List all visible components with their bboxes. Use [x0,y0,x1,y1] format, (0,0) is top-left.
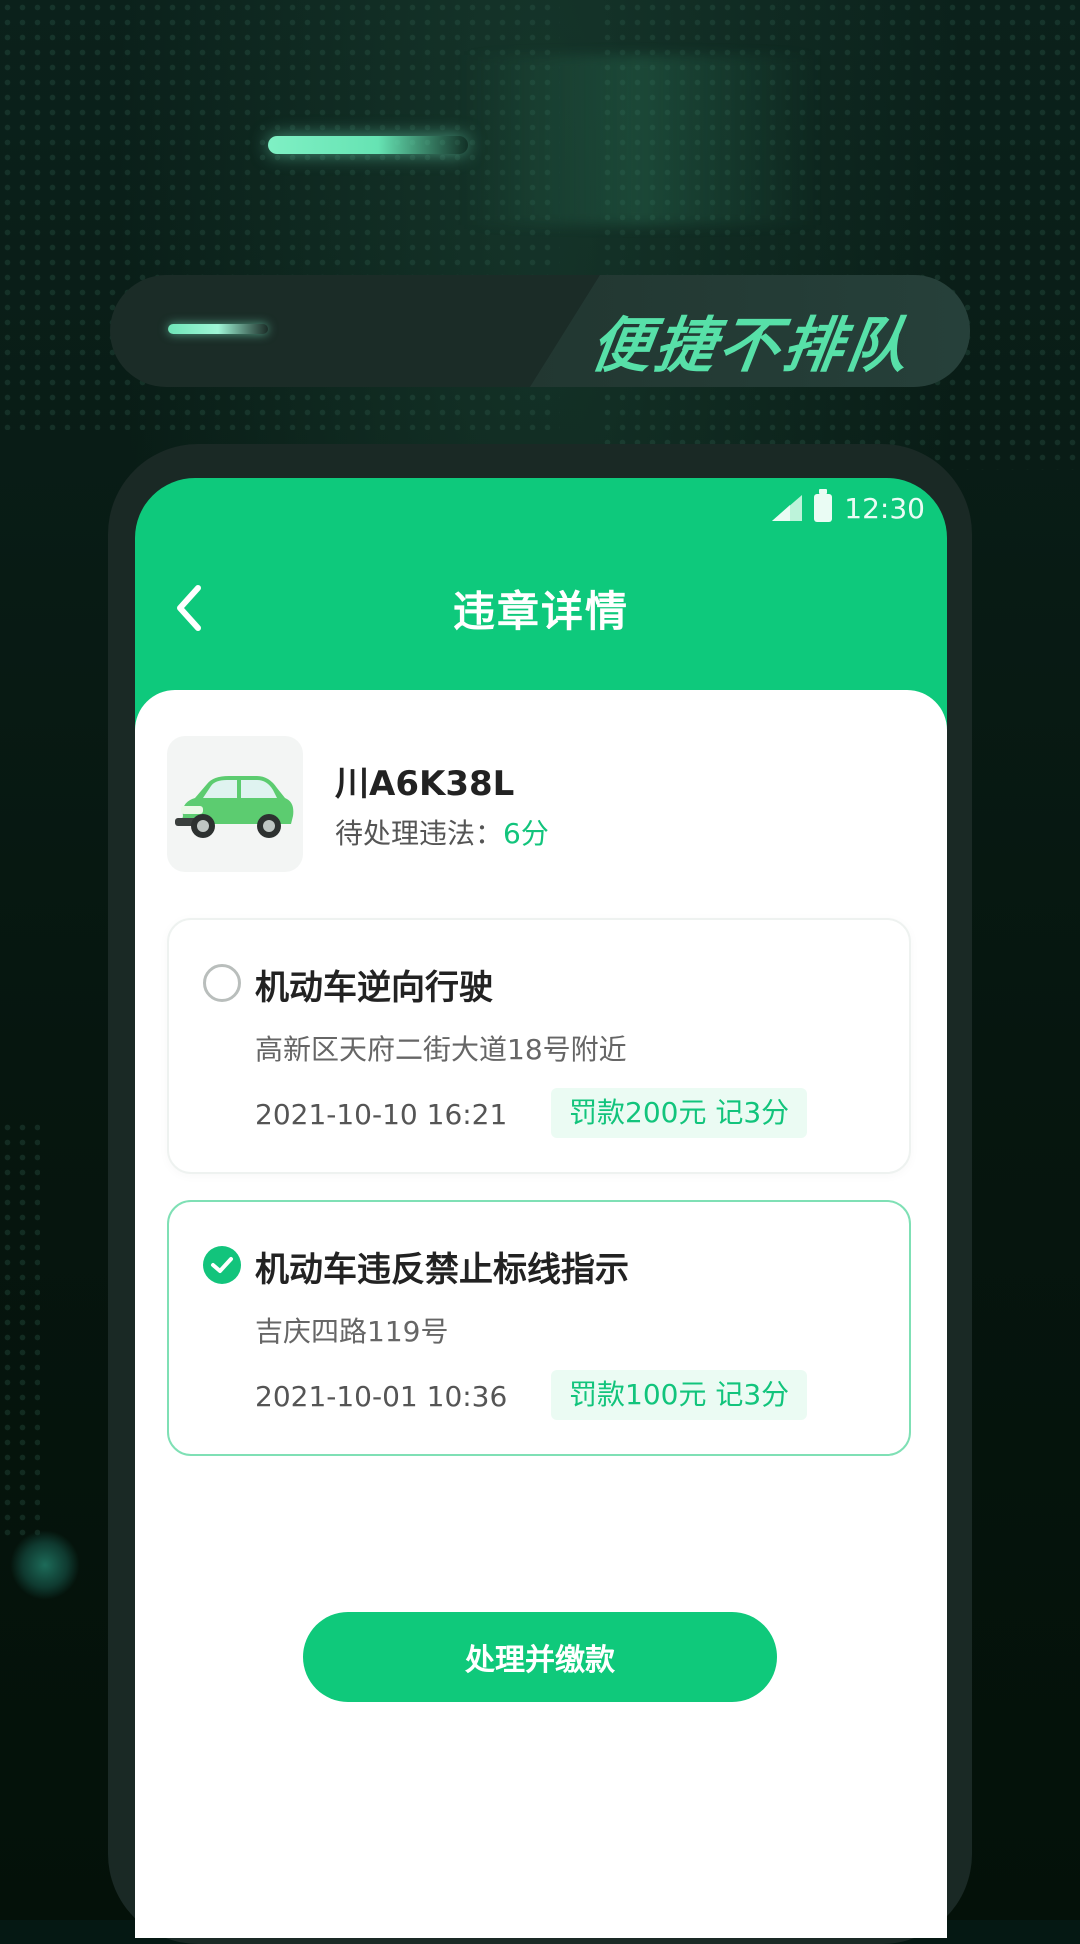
phone-screen: 12:30 违章详情 川A6K38L 待处理违法：6分 机动车逆向行驶 高新区天… [135,478,947,1938]
speed-line-decoration [168,324,268,334]
process-and-pay-button[interactable]: 处理并缴款 [303,1612,777,1702]
violation-title: 机动车违反禁止标线指示 [255,1250,629,1290]
nav-bar: 违章详情 [135,568,947,648]
violation-time: 2021-10-10 16:21 [255,1098,508,1131]
violation-card[interactable]: 机动车逆向行驶 高新区天府二街大道18号附近 2021-10-10 16:21 … [167,918,911,1174]
pending-points: 6分 [503,817,549,850]
back-button[interactable] [159,578,219,638]
license-plate: 川A6K38L [335,764,515,804]
violation-address: 高新区天府二街大道18号附近 [255,1033,627,1066]
radio-unchecked-icon[interactable] [203,964,241,1002]
slogan-banner: 便捷不排队 [110,275,970,387]
violation-card[interactable]: 机动车违反禁止标线指示 吉庆四路119号 2021-10-01 10:36 罚款… [167,1200,911,1456]
vehicle-image [167,736,303,872]
signal-icon [772,495,803,521]
violation-title: 机动车逆向行驶 [255,968,493,1008]
speed-line-decoration [268,136,468,154]
fine-badge: 罚款200元 记3分 [551,1088,808,1138]
status-time: 12:30 [844,491,925,525]
car-icon [175,776,294,838]
fine-badge: 罚款100元 记3分 [551,1370,808,1420]
pending-violations: 待处理违法：6分 [335,812,549,852]
glow-decoration [460,55,820,225]
slogan-text: 便捷不排队 [586,311,917,381]
battery-icon [814,489,833,522]
glow-dot-decoration [10,1530,80,1600]
pending-label: 待处理违法： [335,817,504,850]
violation-time: 2021-10-01 10:36 [255,1380,508,1413]
radio-checked-icon[interactable] [203,1246,241,1284]
detail-content: 川A6K38L 待处理违法：6分 机动车逆向行驶 高新区天府二街大道18号附近 … [135,690,947,1938]
violation-address: 吉庆四路119号 [255,1315,449,1348]
status-bar: 12:30 [772,488,925,528]
checkmark-icon [211,1257,233,1273]
chevron-left-icon [177,585,201,631]
page-title: 违章详情 [452,586,629,636]
dot-map-pattern [0,1120,40,1540]
